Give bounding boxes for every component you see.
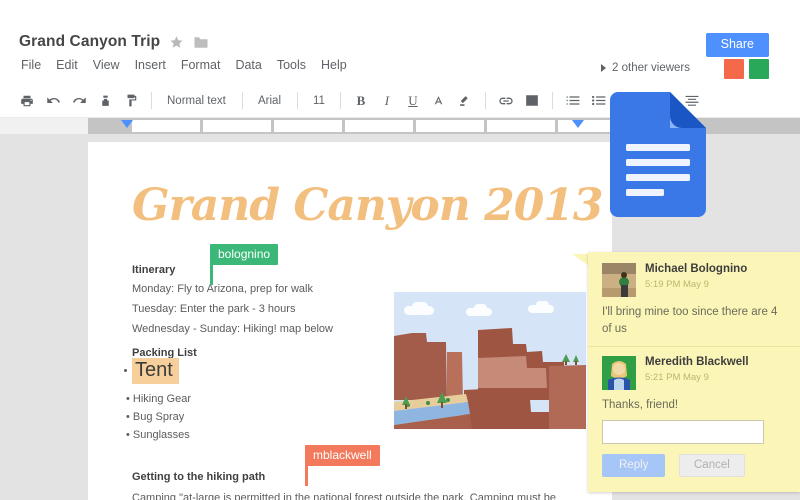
link-icon[interactable] xyxy=(493,89,519,113)
redo-icon[interactable] xyxy=(66,89,92,113)
print-icon[interactable] xyxy=(14,89,40,113)
comment-text: I'll bring mine too since there are 4 of… xyxy=(602,306,778,335)
avatar-orange[interactable] xyxy=(724,59,744,79)
menu-format[interactable]: Format xyxy=(179,57,223,73)
cancel-button[interactable]: Cancel xyxy=(679,454,745,477)
document-title-row: Grand Canyon Trip xyxy=(19,33,209,51)
reply-button[interactable]: Reply xyxy=(602,454,666,477)
hiking-heading: Getting to the hiking path xyxy=(132,471,266,483)
page-title[interactable]: Grand Canyon Trip xyxy=(19,33,160,51)
comment-timestamp: 5:21 PM May 9 xyxy=(645,372,709,384)
comment-card: Michael Bolognino 5:19 PM May 9 I'll bri… xyxy=(588,252,800,492)
menu-data[interactable]: Data xyxy=(233,57,263,73)
collaborator-avatars xyxy=(724,59,769,79)
comment-author-block: Michael Bolognino 5:19 PM May 9 xyxy=(645,263,747,290)
toolbar-divider xyxy=(484,92,486,109)
collaborator-label: mblackwell xyxy=(305,445,380,466)
ruler-segment xyxy=(416,120,484,132)
toolbar-divider xyxy=(242,92,243,109)
left-indent-marker[interactable] xyxy=(121,120,133,128)
google-docs-logo xyxy=(596,88,800,394)
avatar-green[interactable] xyxy=(749,59,769,79)
bullet-dot xyxy=(124,369,127,372)
itinerary-heading: Itinerary xyxy=(132,264,176,276)
itinerary-line: Tuesday: Enter the park - 3 hours xyxy=(132,303,296,315)
ruler-segment xyxy=(345,120,413,132)
underline-button[interactable]: U xyxy=(400,89,426,113)
menu-help[interactable]: Help xyxy=(319,57,349,73)
reply-input[interactable] xyxy=(602,420,764,444)
image-icon[interactable] xyxy=(519,89,545,113)
grand-canyon-illustration xyxy=(394,292,586,429)
comment-card-pointer xyxy=(572,254,589,266)
packing-item: Bug Spray xyxy=(126,411,184,423)
toolbar-divider xyxy=(339,92,341,109)
comment-author-block: Meredith Blackwell 5:21 PM May 9 xyxy=(645,356,749,383)
collaborator-label: bolognino xyxy=(210,244,279,265)
hiking-paragraph: Camping "at-large is permitted in the na… xyxy=(132,492,556,500)
toolbar-divider xyxy=(551,92,553,109)
comment-author: Meredith Blackwell xyxy=(645,356,749,369)
share-button[interactable]: Share xyxy=(705,33,769,57)
toolbar-divider xyxy=(297,92,298,109)
menu-edit[interactable]: Edit xyxy=(54,57,80,73)
menu-view[interactable]: View xyxy=(91,57,122,73)
star-icon[interactable] xyxy=(169,35,184,50)
collaborator-cursor-mblackwell: mblackwell xyxy=(305,445,380,486)
comment-text: Thanks, friend! xyxy=(602,399,679,412)
collaborator-cursor-bolognino: bolognino xyxy=(210,244,279,285)
undo-icon[interactable] xyxy=(40,89,66,113)
itinerary-line: Monday: Fly to Arizona, prep for walk xyxy=(132,283,313,295)
ruler-segment xyxy=(132,120,200,132)
text-color-icon[interactable] xyxy=(426,89,452,113)
numbered-list-icon[interactable] xyxy=(560,89,586,113)
packing-item-highlighted: Tent xyxy=(132,358,179,384)
meredith-blackwell-avatar xyxy=(602,356,636,391)
font-size-dropdown[interactable]: 11 xyxy=(305,91,333,111)
paragraph-style-dropdown[interactable]: Normal text xyxy=(159,91,235,111)
folder-icon[interactable] xyxy=(193,36,209,49)
toolbar-divider xyxy=(151,92,152,109)
viewers-toggle[interactable]: 2 other viewers xyxy=(601,62,690,74)
viewers-label: 2 other viewers xyxy=(612,62,690,74)
highlight-icon[interactable] xyxy=(452,89,478,113)
comment-header: Michael Bolognino 5:19 PM May 9 xyxy=(602,263,786,297)
google-docs-window: Grand Canyon Trip File Edit View Insert … xyxy=(0,0,800,500)
font-family-dropdown[interactable]: Arial xyxy=(250,91,290,111)
collaborator-caret xyxy=(305,466,308,486)
packing-item: Sunglasses xyxy=(126,429,190,441)
right-indent-marker[interactable] xyxy=(572,120,584,128)
app-header: Grand Canyon Trip File Edit View Insert … xyxy=(0,0,800,84)
collaborator-caret xyxy=(210,265,213,285)
ruler-segment xyxy=(203,120,271,132)
comment-header: Meredith Blackwell 5:21 PM May 9 xyxy=(602,356,786,391)
document-heading: Grand Canyon 2013 xyxy=(132,180,604,231)
michael-bolognino-avatar xyxy=(602,263,636,297)
bold-button[interactable]: B xyxy=(348,89,374,113)
menu-tools[interactable]: Tools xyxy=(275,57,308,73)
packing-item: Hiking Gear xyxy=(126,393,191,405)
comment-timestamp: 5:19 PM May 9 xyxy=(645,278,709,290)
menu-insert[interactable]: Insert xyxy=(133,57,168,73)
comment-author: Michael Bolognino xyxy=(645,263,748,275)
ruler-segment xyxy=(274,120,342,132)
comment-item: Meredith Blackwell 5:21 PM May 9 Thanks,… xyxy=(588,346,800,414)
ruler-segment xyxy=(487,120,555,132)
document-page[interactable]: Grand Canyon 2013 Itinerary Monday: Fly … xyxy=(88,142,612,500)
comment-item: Michael Bolognino 5:19 PM May 9 I'll bri… xyxy=(588,252,800,337)
docs-document-icon xyxy=(610,92,706,217)
paint-format-icon[interactable] xyxy=(92,89,118,113)
chevron-right-icon xyxy=(601,64,607,72)
italic-button[interactable]: I xyxy=(374,89,400,113)
menu-bar: File Edit View Insert Format Data Tools … xyxy=(19,57,349,73)
itinerary-line: Wednesday - Sunday: Hiking! map below xyxy=(132,323,333,335)
menu-file[interactable]: File xyxy=(19,57,43,73)
paint-brush-icon[interactable] xyxy=(118,89,144,113)
